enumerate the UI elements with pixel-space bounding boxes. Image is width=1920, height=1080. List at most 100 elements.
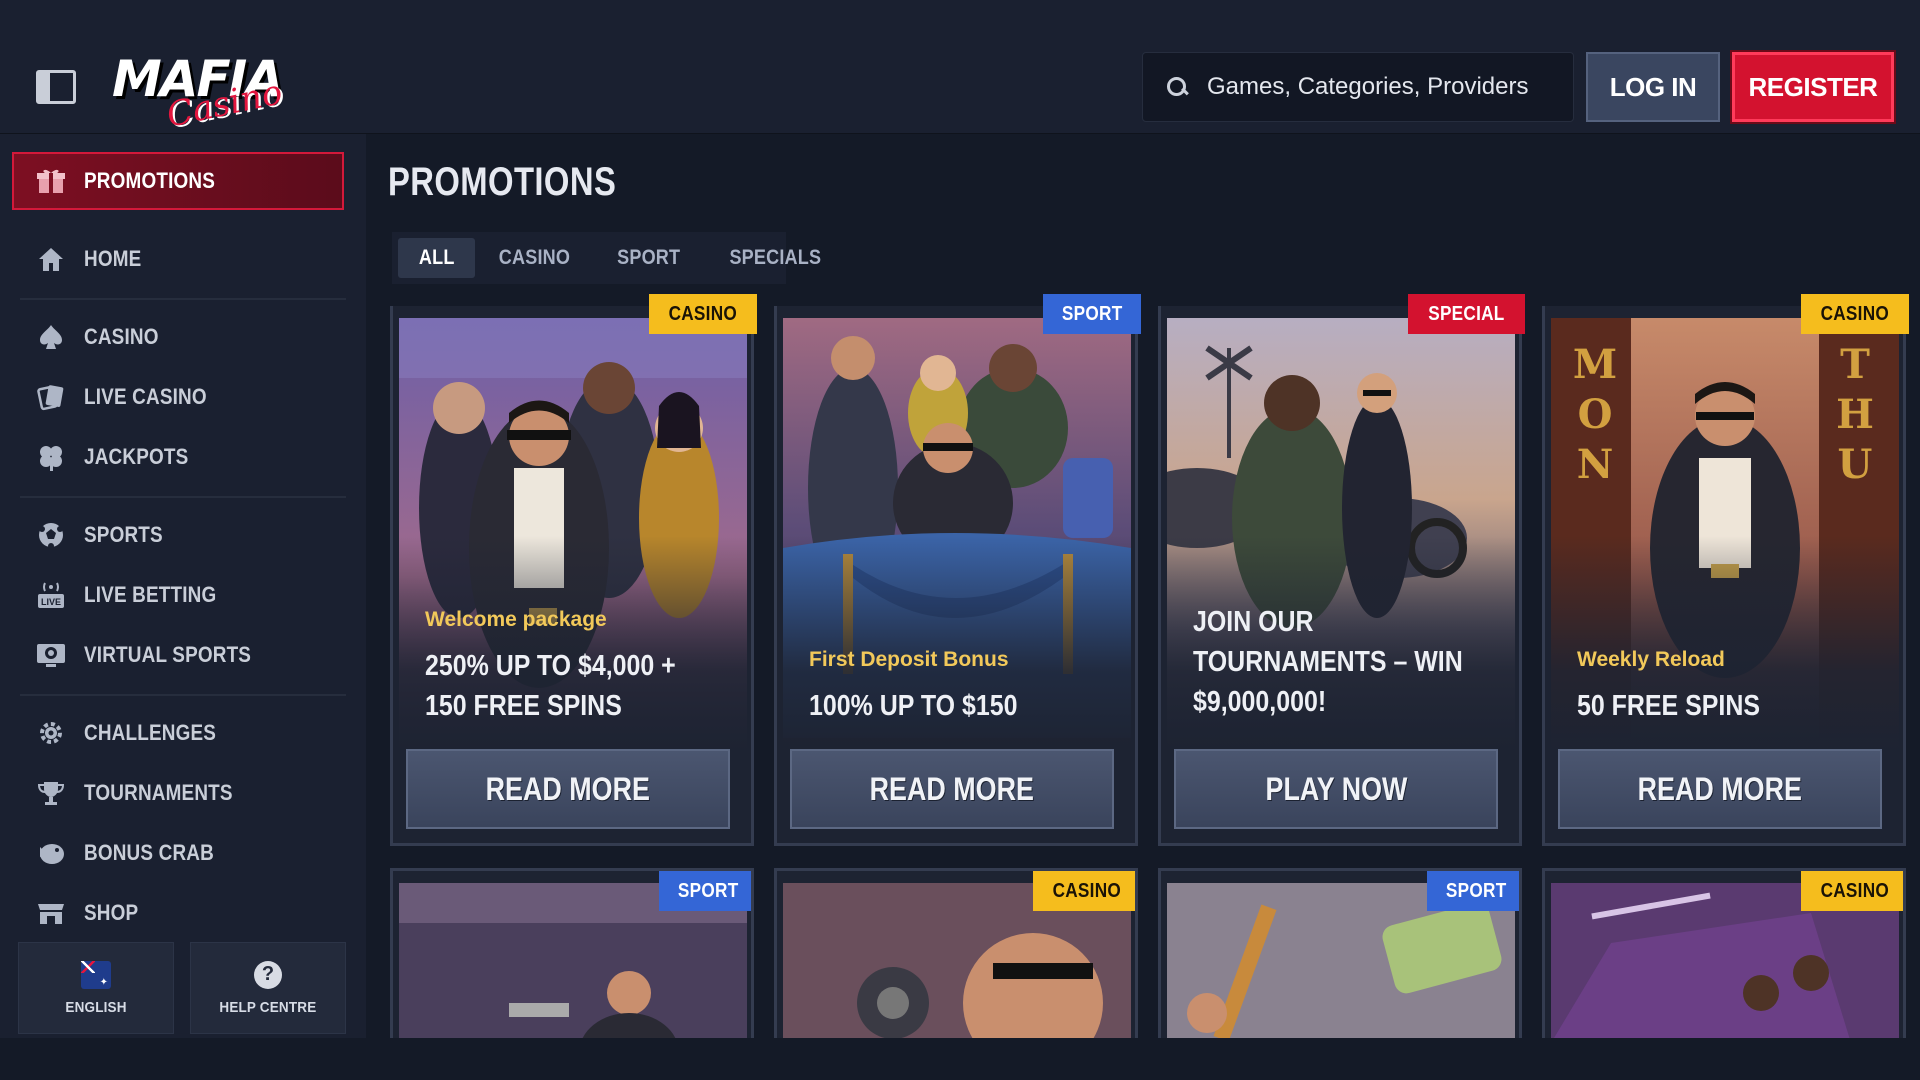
svg-text:H: H [1836,391,1874,438]
promo-card-lower-2[interactable]: CASINO [774,868,1138,1038]
read-more-button[interactable]: READ MORE [790,749,1114,829]
play-now-button[interactable]: PLAY NOW [1174,749,1498,829]
door-letter-left: M [1573,341,1617,388]
promo-title: 100% UP TO $150 [809,686,1067,726]
sidebar-item-bonus-crab[interactable]: BONUS CRAB [20,828,346,878]
spade-icon [36,322,66,352]
clover-icon [36,442,66,472]
promo-subtitle: First Deposit Bonus [809,648,1009,671]
sidebar-item-label: VIRTUAL SPORTS [84,642,252,667]
trophy-icon [36,778,66,808]
promo-card-lower-3[interactable]: SPORT [1158,868,1522,1038]
category-badge: CASINO [1033,871,1135,911]
sidebar-item-label: SHOP [84,900,139,925]
svg-text:T: T [1840,341,1870,388]
svg-text:LIVE: LIVE [41,597,61,607]
shop-icon [36,898,66,928]
home-icon [36,244,66,274]
promo-card-weekly-reload: CASINO M O N T H U Weekly Reload 50 FREE… [1542,294,1909,846]
sidebar: PROMOTIONS HOME CASINO LIVE CASINO JACKP… [0,134,366,1038]
sidebar-item-label: TOURNAMENTS [84,780,233,805]
crab-icon [36,838,66,868]
sidebar-item-label: HOME [84,246,142,271]
sidebar-item-label: SPORTS [84,522,163,547]
promo-title-line: TOURNAMENTS – WIN [1193,646,1463,678]
search-box[interactable] [1142,52,1574,122]
sidebar-item-label: BONUS CRAB [84,840,214,865]
promo-title-line: 100% UP TO $150 [809,690,1018,722]
sidebar-item-home[interactable]: HOME [20,234,346,284]
sidebar-item-promotions[interactable]: PROMOTIONS [12,152,344,210]
sidebar-item-label: CHALLENGES [84,720,217,745]
svg-text:N: N [1577,441,1614,488]
promo-title-line: $9,000,000! [1193,686,1327,718]
svg-text:O: O [1578,391,1613,438]
promo-title-line: JOIN OUR [1193,606,1314,638]
tab-all[interactable]: ALL [398,238,476,278]
soccer-ball-icon [36,520,66,550]
sidebar-item-sports[interactable]: SPORTS [20,510,346,560]
sidebar-item-jackpots[interactable]: JACKPOTS [20,432,346,482]
help-centre-button[interactable]: ? HELP CENTRE [190,942,346,1034]
sidebar-item-label: LIVE CASINO [84,384,207,409]
sidebar-item-virtual-sports[interactable]: VIRTUAL SPORTS [20,630,346,680]
sidebar-toggle-icon[interactable] [36,70,76,104]
sidebar-divider [20,496,346,498]
tab-specials[interactable]: SPECIALS [704,238,847,278]
promotion-filter-tabs: ALL CASINO SPORT SPECIALS [392,232,821,284]
top-header: MAFIA Casino LOG IN REGISTER [0,0,1920,136]
sidebar-divider [20,694,346,696]
promo-subtitle: Weekly Reload [1577,648,1725,671]
category-badge: SPORT [658,871,751,911]
sidebar-divider [20,298,346,300]
promo-title-line: 150 FREE SPINS [425,690,622,722]
gift-icon [36,166,66,196]
cards-icon [36,382,66,412]
promo-title-line: 250% UP TO $4,000 + [425,650,676,682]
sidebar-item-label: PROMOTIONS [84,168,216,193]
gear-badge-icon [36,718,66,748]
help-icon: ? [254,960,282,989]
sidebar-item-label: JACKPOTS [84,444,189,469]
tab-sport[interactable]: SPORT [594,238,703,278]
promo-title: JOIN OUR TOURNAMENTS – WIN $9,000,000! [1193,602,1463,722]
register-button[interactable]: REGISTER [1732,52,1894,122]
sidebar-item-tournaments[interactable]: TOURNAMENTS [20,768,346,818]
promo-card-lower-4[interactable]: CASINO [1542,868,1906,1038]
language-label: ENGLISH [65,998,127,1016]
sidebar-item-challenges[interactable]: CHALLENGES [20,708,346,758]
search-input[interactable] [1207,73,1557,101]
tab-casino[interactable]: CASINO [475,238,594,278]
search-icon [1165,75,1189,99]
category-badge: CASINO [1801,871,1903,911]
promo-title: 50 FREE SPINS [1577,686,1835,726]
mafia-casino-logo[interactable]: MAFIA Casino [108,50,286,136]
promo-subtitle: Welcome package [425,608,607,631]
category-badge: SPORT [1426,871,1519,911]
sidebar-item-shop[interactable]: SHOP [20,888,346,938]
promo-title: 250% UP TO $4,000 + 150 FREE SPINS [425,646,683,726]
category-badge: CASINO [1801,294,1909,334]
live-icon: LIVE [36,580,66,610]
read-more-button[interactable]: READ MORE [1558,749,1882,829]
bottom-bar [0,1038,1920,1080]
promo-card-lower-1[interactable]: SPORT [390,868,754,1038]
language-selector[interactable]: ENGLISH [18,942,174,1034]
australia-flag-icon [81,960,111,989]
sidebar-item-casino[interactable]: CASINO [20,312,346,362]
promo-card-first-deposit: SPORT First Deposit Bonus 100% UP TO $15… [774,294,1141,846]
read-more-button[interactable]: READ MORE [406,749,730,829]
sidebar-item-label: LIVE BETTING [84,582,217,607]
sidebar-item-live-betting[interactable]: LIVE LIVE BETTING [20,570,346,620]
category-badge: SPORT [1042,294,1141,334]
svg-text:U: U [1838,441,1873,488]
virtual-sports-icon [36,640,66,670]
category-badge: CASINO [649,294,757,334]
sidebar-item-live-casino[interactable]: LIVE CASINO [20,372,346,422]
help-label: HELP CENTRE [219,998,317,1016]
login-button[interactable]: LOG IN [1586,52,1720,122]
sidebar-item-label: CASINO [84,324,159,349]
page-title: PROMOTIONS [388,160,617,204]
promo-card-welcome: CASINO Welcome package 250% UP TO $4,000… [390,294,757,846]
promo-card-tournaments: SPECIAL JOIN OUR TOURNAMENTS – WIN $9,00… [1158,294,1525,846]
